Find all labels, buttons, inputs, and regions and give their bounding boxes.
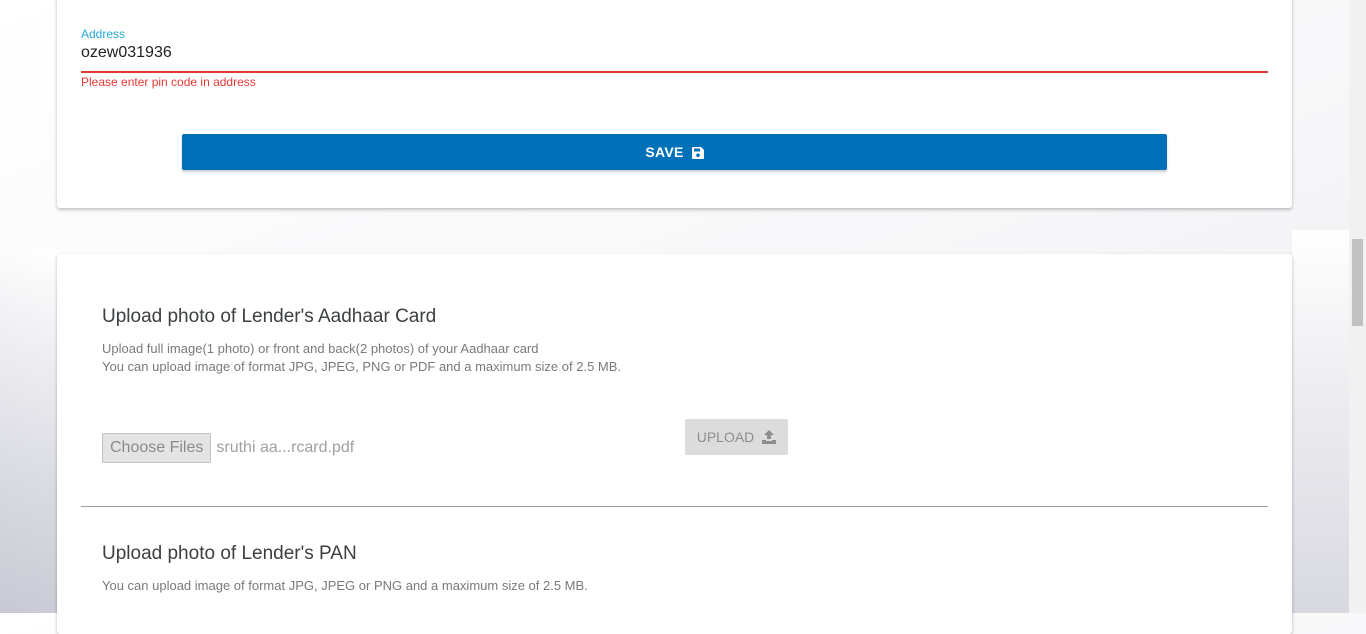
pan-description: You can upload image of format JPG, JPEG… xyxy=(102,578,588,593)
address-input[interactable]: ozew031936 xyxy=(81,44,172,62)
aadhaar-upload-button[interactable]: UPLOAD xyxy=(685,419,788,455)
pan-section-title: Upload photo of Lender's PAN xyxy=(102,543,357,564)
save-button[interactable]: SAVE xyxy=(182,134,1167,170)
page-scrollbar[interactable] xyxy=(1349,0,1366,613)
address-input-underline-error xyxy=(81,71,1268,73)
save-button-label: SAVE xyxy=(645,144,684,160)
aadhaar-section-title: Upload photo of Lender's Aadhaar Card xyxy=(102,306,437,327)
address-error-message: Please enter pin code in address xyxy=(81,75,256,89)
document-upload-card: Upload photo of Lender's Aadhaar Card Up… xyxy=(57,254,1292,634)
aadhaar-description-line-1: Upload full image(1 photo) or front and … xyxy=(102,341,539,356)
choose-files-button[interactable]: Choose Files xyxy=(102,433,212,463)
lender-details-card: Address ozew031936 Please enter pin code… xyxy=(57,0,1292,208)
background-decoration-right xyxy=(1292,230,1352,613)
upload-button-label: UPLOAD xyxy=(696,429,755,445)
section-divider xyxy=(81,506,1268,507)
aadhaar-file-input[interactable]: Choose Files sruthi aa...rcard.pdf xyxy=(102,433,354,463)
floppy-disk-icon xyxy=(691,146,704,159)
background-decoration-left xyxy=(0,250,60,613)
upload-icon xyxy=(762,430,777,444)
aadhaar-description-line-2: You can upload image of format JPG, JPEG… xyxy=(102,359,622,374)
address-label: Address xyxy=(81,27,126,41)
scrollbar-thumb[interactable] xyxy=(1352,239,1363,326)
selected-file-name: sruthi aa...rcard.pdf xyxy=(216,439,355,456)
